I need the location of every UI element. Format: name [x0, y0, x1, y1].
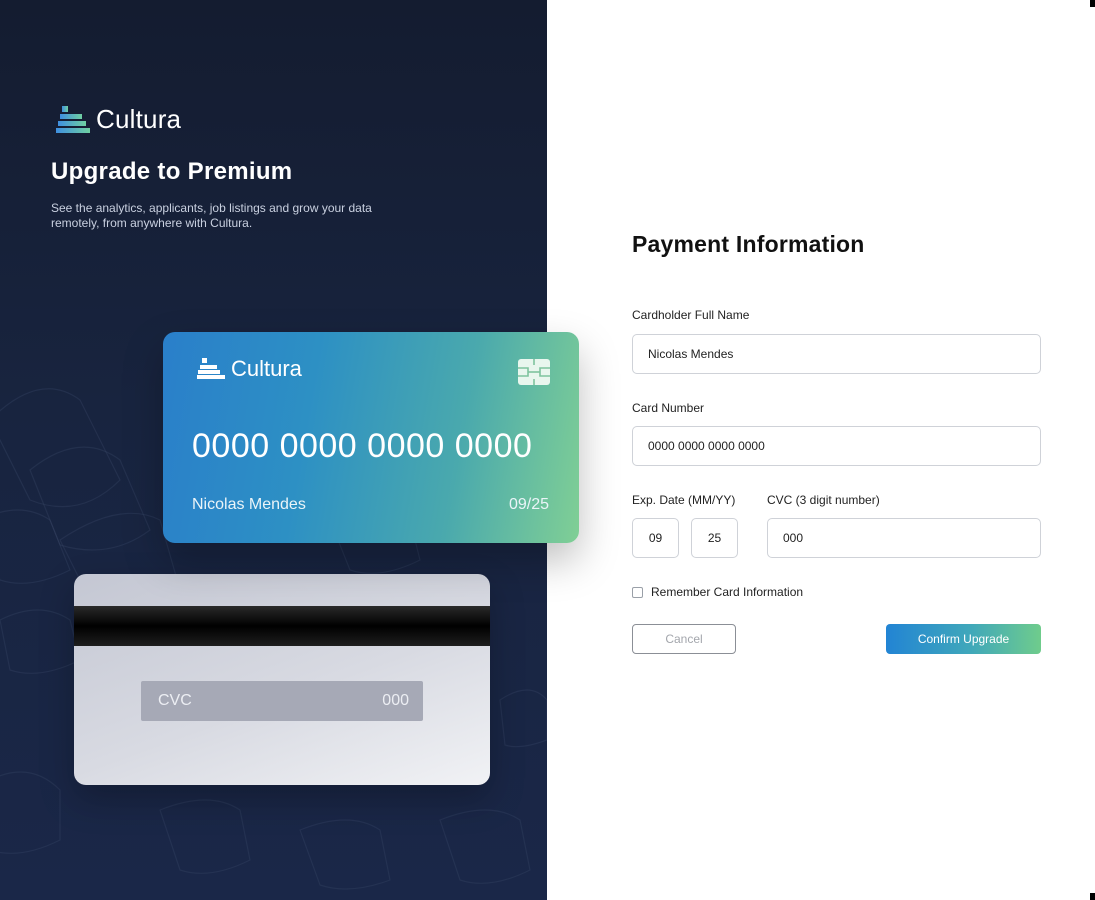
confirm-upgrade-button[interactable]: Confirm Upgrade — [886, 624, 1041, 654]
cultura-logo-icon — [197, 358, 225, 379]
cvc-label: CVC (3 digit number) — [767, 493, 880, 507]
exp-month-input[interactable] — [632, 518, 679, 558]
credit-card-back: CVC 000 — [74, 574, 490, 785]
cancel-button[interactable]: Cancel — [632, 624, 736, 654]
promo-title: Upgrade to Premium — [51, 158, 293, 185]
card-holder-display: Nicolas Mendes — [192, 496, 306, 513]
card-brand: Cultura — [197, 356, 302, 382]
card-number-display: 0000 0000 0000 0000 — [192, 427, 533, 465]
card-expiry-display: 09/25 — [508, 496, 549, 513]
card-chip-icon — [518, 359, 550, 385]
card-cvc-label: CVC — [158, 692, 192, 709]
magnetic-strip — [74, 606, 490, 646]
corner-marker — [1090, 893, 1095, 900]
card-brand-name: Cultura — [231, 356, 302, 381]
credit-card-front: Cultura 0000 0000 0000 0000 Nicolas Mend… — [163, 332, 579, 543]
exp-date-label: Exp. Date (MM/YY) — [632, 493, 736, 507]
corner-marker — [1090, 0, 1095, 7]
card-cvc-box: CVC 000 — [141, 681, 423, 721]
remember-card-row[interactable]: Remember Card Information — [632, 585, 803, 599]
cvc-input[interactable] — [767, 518, 1041, 558]
remember-card-checkbox[interactable] — [632, 586, 643, 598]
card-number-input[interactable] — [632, 426, 1041, 466]
brand-name: Cultura — [96, 104, 182, 134]
card-cvc-value: 000 — [382, 692, 409, 709]
form-title: Payment Information — [632, 231, 865, 257]
promo-description: See the analytics, applicants, job listi… — [51, 201, 372, 230]
brand: Cultura — [56, 104, 181, 135]
cardholder-input[interactable] — [632, 334, 1041, 374]
remember-card-label[interactable]: Remember Card Information — [651, 585, 803, 599]
cultura-logo-icon — [56, 105, 90, 133]
exp-year-input[interactable] — [691, 518, 738, 558]
card-number-label: Card Number — [632, 401, 705, 415]
cardholder-label: Cardholder Full Name — [632, 308, 750, 322]
